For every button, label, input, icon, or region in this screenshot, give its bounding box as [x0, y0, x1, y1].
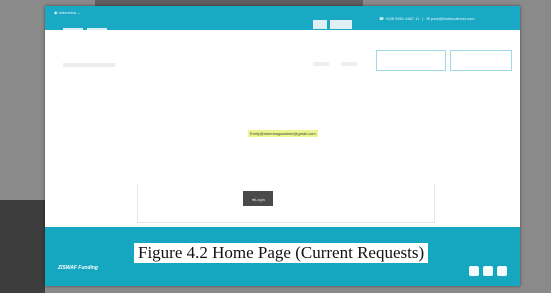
- nav-item-2[interactable]: [341, 62, 357, 66]
- top-block-2[interactable]: [330, 20, 352, 29]
- site-logo[interactable]: [63, 63, 115, 67]
- phone-text: ☎ +628 5951 4567 11: [379, 16, 420, 21]
- nav-bar: [45, 30, 520, 80]
- user-email: Emily@mlembagaadmin@gmail.com: [248, 130, 318, 137]
- region-selector[interactable]: ◉ Indonesia ⌄: [54, 10, 80, 15]
- nav-button-1[interactable]: [376, 50, 446, 71]
- figure-caption: Figure 4.2 Home Page (Current Requests): [134, 243, 429, 263]
- nav-item-1[interactable]: [313, 62, 329, 66]
- top-block-1[interactable]: [313, 20, 327, 29]
- youtube-icon[interactable]: [497, 266, 507, 276]
- content-card: [137, 184, 435, 223]
- footer-brand[interactable]: ZISWAF Funding: [58, 265, 98, 271]
- twitter-icon[interactable]: [469, 266, 479, 276]
- social-links: [469, 263, 511, 281]
- background-panel-left: [0, 200, 45, 293]
- login-button[interactable]: ◄Login: [243, 191, 273, 206]
- facebook-icon[interactable]: [483, 266, 493, 276]
- top-bar: ◉ Indonesia ⌄ ☎ +628 5951 4567 11 | ✉ pwd@…: [45, 6, 520, 32]
- email-text[interactable]: ✉ pwd@lklsklocalhost.com: [426, 16, 474, 21]
- contact-info: ☎ +628 5951 4567 11 | ✉ pwd@lklsklocalhost…: [379, 16, 475, 21]
- nav-button-2[interactable]: [450, 50, 512, 71]
